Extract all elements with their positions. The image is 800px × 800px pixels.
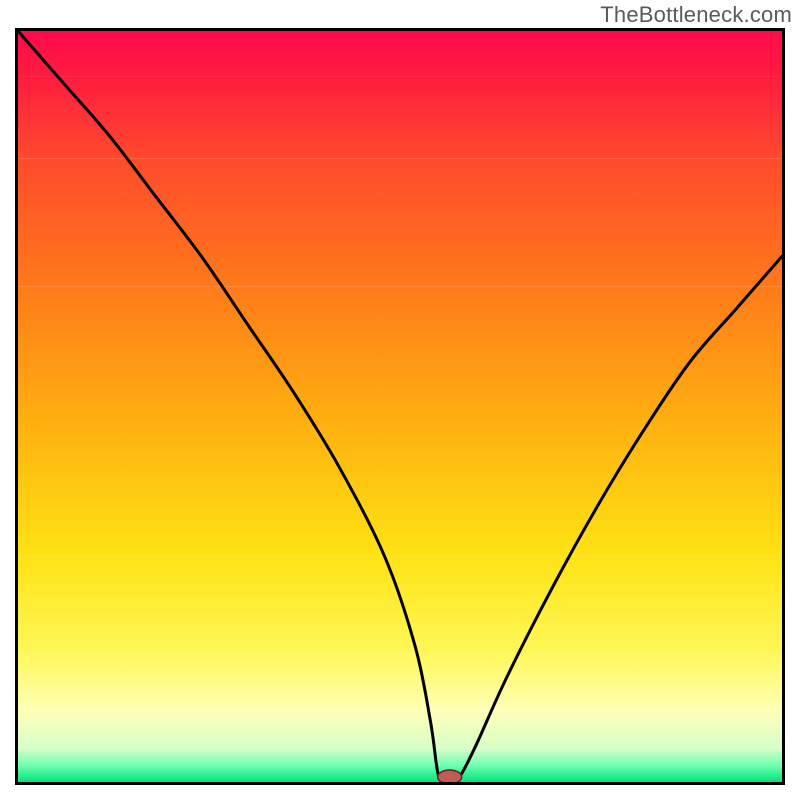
chart-stage: TheBottleneck.com bbox=[0, 0, 800, 800]
minimum-marker bbox=[438, 770, 462, 782]
bottleneck-curve bbox=[18, 31, 782, 782]
chart-curve-layer bbox=[18, 31, 782, 782]
watermark-text: TheBottleneck.com bbox=[600, 2, 792, 28]
plot-frame bbox=[15, 28, 785, 785]
